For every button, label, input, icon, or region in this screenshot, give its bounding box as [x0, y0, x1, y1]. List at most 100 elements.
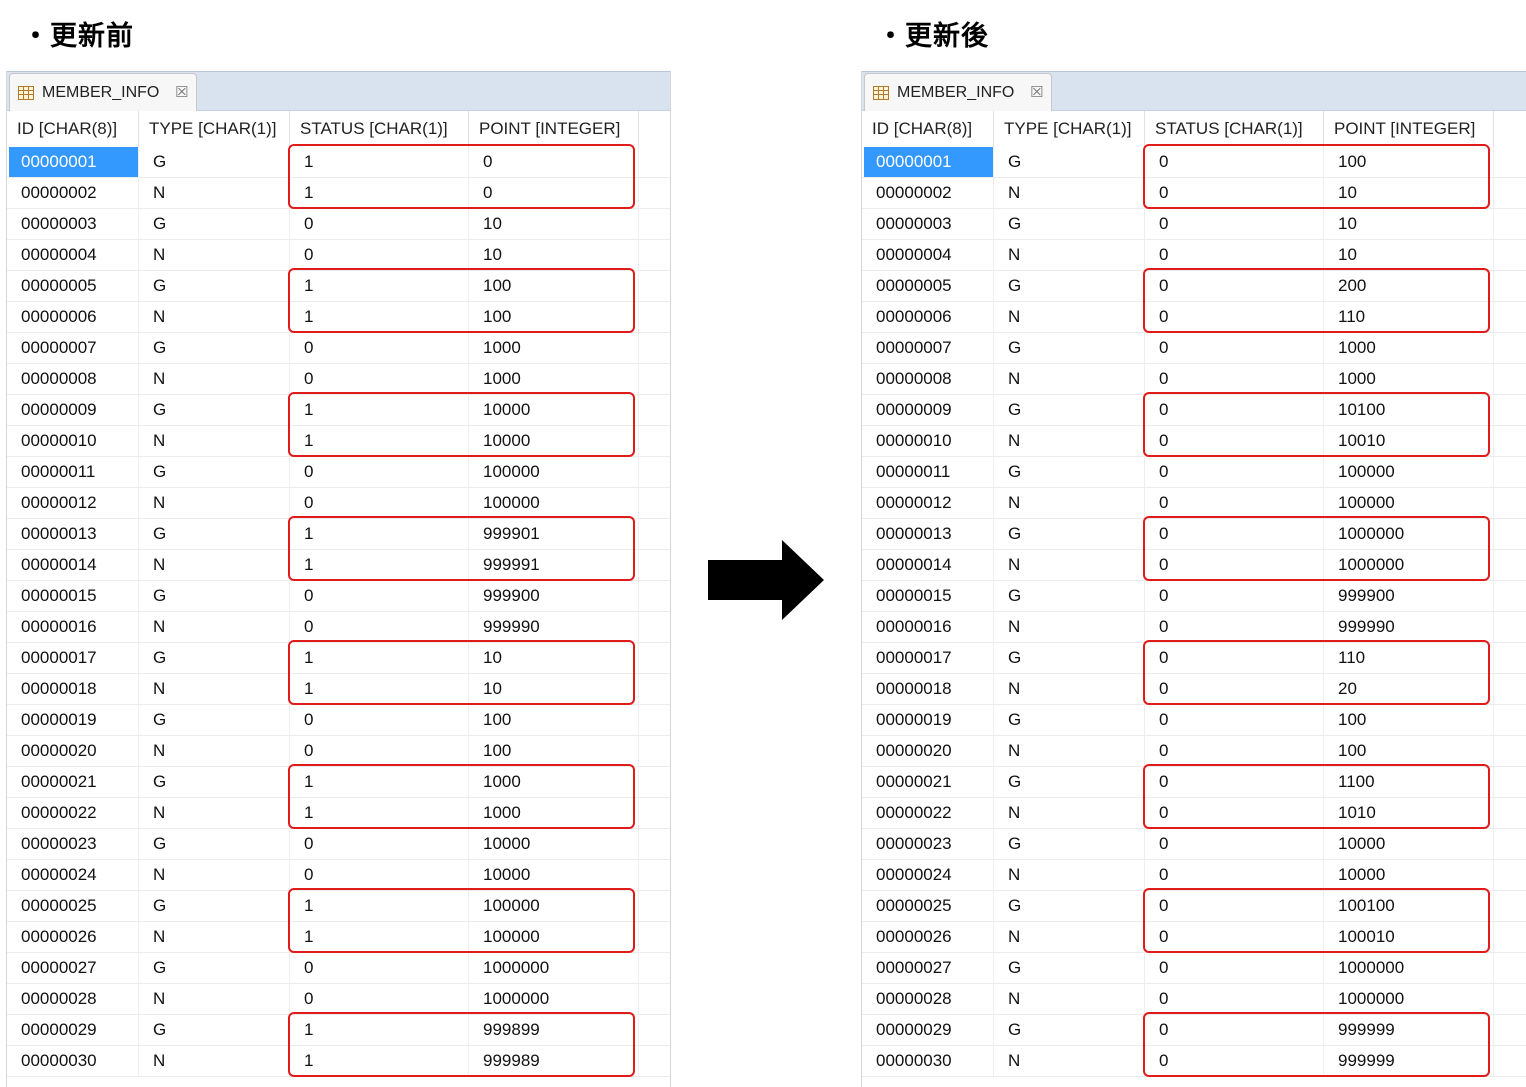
table-row[interactable]: 00000017 G 0 110	[862, 643, 1526, 674]
cell-id[interactable]: 00000022	[9, 798, 139, 828]
table-row[interactable]: 00000018 N 1 10	[7, 674, 670, 705]
table-row[interactable]: 00000018 N 0 20	[862, 674, 1526, 705]
table-row[interactable]: 00000013 G 1 999901	[7, 519, 670, 550]
cell-status[interactable]: 0	[1147, 612, 1324, 642]
table-row[interactable]: 00000020 N 0 100	[7, 736, 670, 767]
cell-point[interactable]: 1000000	[471, 984, 639, 1014]
cell-point[interactable]: 10000	[1326, 829, 1494, 859]
cell-id[interactable]: 00000026	[864, 922, 994, 952]
column-header-status[interactable]: STATUS [CHAR(1)]	[290, 111, 469, 147]
cell-id[interactable]: 00000020	[9, 736, 139, 766]
cell-point[interactable]: 1000	[471, 767, 639, 797]
cell-point[interactable]: 10000	[1326, 860, 1494, 890]
table-row[interactable]: 00000017 G 1 10	[7, 643, 670, 674]
cell-id[interactable]: 00000020	[864, 736, 994, 766]
cell-point[interactable]: 100000	[471, 488, 639, 518]
column-header-status[interactable]: STATUS [CHAR(1)]	[1145, 111, 1324, 147]
cell-id[interactable]: 00000017	[864, 643, 994, 673]
cell-id[interactable]: 00000014	[9, 550, 139, 580]
cell-type[interactable]: G	[996, 333, 1145, 363]
table-row[interactable]: 00000023 G 0 10000	[862, 829, 1526, 860]
cell-status[interactable]: 1	[292, 643, 469, 673]
cell-id[interactable]: 00000013	[864, 519, 994, 549]
cell-point[interactable]: 100	[1326, 147, 1494, 177]
cell-id[interactable]: 00000026	[9, 922, 139, 952]
cell-status[interactable]: 1	[292, 519, 469, 549]
cell-status[interactable]: 1	[292, 395, 469, 425]
table-row[interactable]: 00000022 N 0 1010	[862, 798, 1526, 829]
cell-type[interactable]: G	[141, 395, 290, 425]
cell-type[interactable]: N	[141, 488, 290, 518]
cell-type[interactable]: G	[141, 209, 290, 239]
cell-status[interactable]: 0	[1147, 1046, 1324, 1076]
cell-status[interactable]: 0	[292, 984, 469, 1014]
column-header-point[interactable]: POINT [INTEGER]	[1324, 111, 1494, 147]
cell-status[interactable]: 0	[292, 829, 469, 859]
cell-point[interactable]: 999999	[1326, 1015, 1494, 1045]
cell-id[interactable]: 00000025	[9, 891, 139, 921]
cell-id[interactable]: 00000028	[9, 984, 139, 1014]
cell-id[interactable]: 00000022	[864, 798, 994, 828]
cell-type[interactable]: N	[141, 302, 290, 332]
table-row[interactable]: 00000001 G 1 0	[7, 147, 670, 178]
cell-point[interactable]: 1000	[471, 333, 639, 363]
column-header-id[interactable]: ID [CHAR(8)]	[862, 111, 994, 147]
cell-point[interactable]: 1000	[1326, 364, 1494, 394]
cell-type[interactable]: G	[141, 581, 290, 611]
cell-status[interactable]: 0	[1147, 302, 1324, 332]
cell-point[interactable]: 999901	[471, 519, 639, 549]
cell-status[interactable]: 1	[292, 426, 469, 456]
cell-point[interactable]: 999990	[1326, 612, 1494, 642]
cell-point[interactable]: 1000	[471, 798, 639, 828]
cell-status[interactable]: 0	[292, 488, 469, 518]
table-row[interactable]: 00000003 G 0 10	[7, 209, 670, 240]
cell-type[interactable]: N	[996, 674, 1145, 704]
table-row[interactable]: 00000028 N 0 1000000	[7, 984, 670, 1015]
cell-id[interactable]: 00000005	[9, 271, 139, 301]
table-row[interactable]: 00000004 N 0 10	[862, 240, 1526, 271]
table-row[interactable]: 00000011 G 0 100000	[7, 457, 670, 488]
cell-type[interactable]: N	[996, 984, 1145, 1014]
cell-point[interactable]: 999900	[1326, 581, 1494, 611]
cell-point[interactable]: 100	[471, 705, 639, 735]
column-header-type[interactable]: TYPE [CHAR(1)]	[139, 111, 290, 147]
table-row[interactable]: 00000006 N 1 100	[7, 302, 670, 333]
table-row[interactable]: 00000008 N 0 1000	[7, 364, 670, 395]
cell-status[interactable]: 1	[292, 798, 469, 828]
table-row[interactable]: 00000026 N 1 100000	[7, 922, 670, 953]
cell-status[interactable]: 0	[1147, 240, 1324, 270]
cell-type[interactable]: G	[141, 829, 290, 859]
cell-id[interactable]: 00000023	[9, 829, 139, 859]
cell-id[interactable]: 00000009	[864, 395, 994, 425]
cell-point[interactable]: 999899	[471, 1015, 639, 1045]
cell-type[interactable]: N	[141, 798, 290, 828]
table-row[interactable]: 00000014 N 1 999991	[7, 550, 670, 581]
cell-id[interactable]: 00000001	[9, 147, 139, 177]
table-row[interactable]: 00000012 N 0 100000	[862, 488, 1526, 519]
cell-point[interactable]: 100000	[1326, 488, 1494, 518]
cell-type[interactable]: N	[996, 736, 1145, 766]
cell-type[interactable]: N	[141, 240, 290, 270]
cell-status[interactable]: 0	[292, 612, 469, 642]
cell-status[interactable]: 1	[292, 271, 469, 301]
cell-id[interactable]: 00000016	[9, 612, 139, 642]
cell-id[interactable]: 00000030	[864, 1046, 994, 1076]
table-row[interactable]: 00000015 G 0 999900	[862, 581, 1526, 612]
table-row[interactable]: 00000003 G 0 10	[862, 209, 1526, 240]
cell-id[interactable]: 00000027	[9, 953, 139, 983]
cell-type[interactable]: G	[141, 953, 290, 983]
cell-status[interactable]: 0	[1147, 178, 1324, 208]
cell-type[interactable]: G	[996, 643, 1145, 673]
table-row[interactable]: 00000021 G 0 1100	[862, 767, 1526, 798]
cell-status[interactable]: 1	[292, 178, 469, 208]
cell-id[interactable]: 00000002	[864, 178, 994, 208]
cell-id[interactable]: 00000010	[864, 426, 994, 456]
cell-type[interactable]: G	[996, 147, 1145, 177]
table-row[interactable]: 00000007 G 0 1000	[7, 333, 670, 364]
cell-type[interactable]: G	[141, 333, 290, 363]
table-row[interactable]: 00000005 G 1 100	[7, 271, 670, 302]
table-row[interactable]: 00000008 N 0 1000	[862, 364, 1526, 395]
table-row[interactable]: 00000014 N 0 1000000	[862, 550, 1526, 581]
cell-id[interactable]: 00000018	[864, 674, 994, 704]
cell-point[interactable]: 100	[1326, 736, 1494, 766]
